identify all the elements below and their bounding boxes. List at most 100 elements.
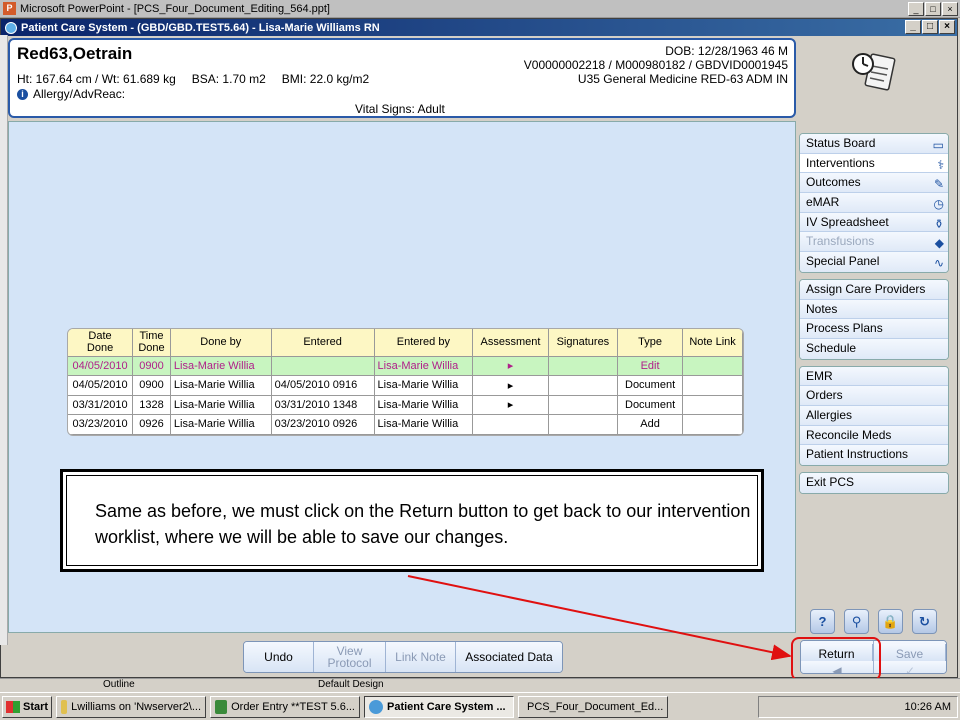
table-cell: 0900 (132, 356, 171, 376)
pcs-logo-icon (5, 21, 17, 34)
view-protocol-button[interactable]: View Protocol (314, 642, 386, 672)
clock[interactable]: 10:26 AM (905, 701, 951, 713)
sidebar-item-label: Special Panel (806, 254, 880, 269)
sidebar-item-exit-pcs[interactable]: Exit PCS (800, 473, 948, 493)
column-header[interactable]: Entered by (374, 329, 474, 357)
sidebar-item-label: Process Plans (806, 321, 883, 336)
save-label: Save (874, 644, 946, 661)
patient-name: Red63,Oetrain (17, 44, 133, 63)
task-lwilliams[interactable]: Lwilliams on 'Nwserver2\... (56, 695, 206, 718)
blood-icon: ◆ (934, 236, 944, 251)
check-pencil-icon: ✎ (933, 177, 944, 192)
outline-tab[interactable]: Outline (103, 679, 135, 690)
return-highlight-ring (791, 637, 881, 681)
close-button[interactable]: × (942, 2, 958, 16)
table-cell: 0900 (132, 375, 171, 396)
sidebar-item-emr[interactable]: EMR (800, 366, 948, 387)
task-order-entry[interactable]: Order Entry **TEST 5.6... (210, 695, 360, 718)
pcs-title-bar: Patient Care System - (GBD/GBD.TEST5.64)… (1, 19, 957, 36)
allergy-line[interactable]: i Allergy/AdvReac: (17, 87, 125, 101)
maximize-button[interactable]: □ (925, 2, 941, 16)
sidebar-item-outcomes[interactable]: Outcomes ✎ (800, 173, 948, 194)
help-icon[interactable]: ? (810, 609, 835, 634)
table-cell: Document (617, 395, 684, 415)
link-note-button[interactable]: Link Note (386, 642, 456, 672)
allergy-label: Allergy/AdvReac: (33, 87, 126, 101)
bsa: BSA: 1.70 m2 (191, 72, 266, 86)
sidebar-item-label: Assign Care Providers (806, 281, 926, 296)
sidebar-item-label: Notes (806, 301, 838, 316)
associated-data-button[interactable]: Associated Data (456, 642, 562, 672)
sidebar-item-special-panel[interactable]: Special Panel ∿ (800, 252, 948, 272)
table-cell[interactable]: ▸ (472, 395, 549, 415)
table-cell (682, 356, 743, 376)
sidebar-item-process-plans[interactable]: Process Plans (800, 319, 948, 339)
sidebar-item-label: Allergies (806, 407, 853, 422)
sidebar-item-patient-instructions[interactable]: Patient Instructions (800, 445, 948, 465)
table-row[interactable]: 04/05/2010 0900 Lisa-Marie Willia 04/05/201… (68, 375, 743, 396)
table-cell: Lisa-Marie Willia (374, 375, 474, 396)
column-header[interactable]: Done by (170, 329, 272, 357)
sidebar-item-orders[interactable]: Orders (800, 386, 948, 406)
table-row[interactable]: 03/23/2010 0926 Lisa-Marie Willia 03/23/201… (68, 414, 743, 435)
sidebar-item-allergies[interactable]: Allergies (800, 405, 948, 426)
pcs-close-button[interactable]: × (939, 20, 955, 34)
table-cell[interactable] (472, 414, 549, 435)
info-icon[interactable]: i (17, 88, 28, 100)
start-label: Start (23, 700, 49, 713)
undo-button[interactable]: Undo (244, 642, 314, 672)
task-powerpoint[interactable]: PCS_Four_Document_Ed... (518, 695, 668, 718)
clock-med-icon: ◷ (933, 197, 944, 212)
table-cell[interactable]: ▸ (472, 356, 549, 376)
table-cell[interactable]: ▸ (472, 375, 549, 396)
table-cell (271, 356, 375, 376)
powerpoint-title-bar: P Microsoft PowerPoint - [PCS_Four_Docum… (0, 0, 960, 18)
column-header[interactable]: Type (617, 329, 684, 357)
sidebar-item-notes[interactable]: Notes (800, 299, 948, 320)
sidebar-item-assign-care-providers[interactable]: Assign Care Providers (800, 279, 948, 300)
table-cell: 03/31/2010 1348 (271, 395, 375, 415)
height-weight: Ht: 167.64 cm / Wt: 61.689 kg (17, 72, 176, 86)
callout-text: Same as before, we must click on the Ret… (95, 501, 751, 547)
column-header[interactable]: Note Link (682, 329, 743, 357)
sidebar-item-label: Outcomes (806, 175, 861, 190)
slide-ruler (0, 35, 8, 645)
pcs-restore-button[interactable]: □ (922, 20, 938, 34)
sidebar-nav: Status Board ▭ Interventions ⚕ Outcomes ✎ eMAR… (799, 133, 949, 500)
column-header[interactable]: Entered (271, 329, 375, 357)
table-row[interactable]: 03/31/2010 1328 Lisa-Marie Willia 03/31/201… (68, 395, 743, 415)
column-header[interactable]: Date Done (68, 329, 134, 357)
pcs-minimize-button[interactable]: _ (905, 20, 921, 34)
start-button[interactable]: Start (2, 695, 52, 718)
sidebar-item-transfusions[interactable]: Transfusions ◆ (800, 232, 948, 253)
table-cell: Lisa-Marie Willia (170, 395, 272, 415)
table-cell (548, 356, 619, 376)
search-icon[interactable]: ⚲ (844, 609, 869, 634)
dob: DOB: 12/28/1963 46 M (665, 44, 788, 58)
minimize-button[interactable]: _ (908, 2, 924, 16)
column-header[interactable]: Signatures (548, 329, 619, 357)
table-cell: 03/23/2010 0926 (271, 414, 375, 435)
table-cell: 03/31/2010 (68, 395, 134, 415)
refresh-icon[interactable]: ↻ (912, 609, 937, 634)
nav-group-care: Assign Care Providers Notes Process Plans S… (799, 278, 949, 360)
column-header[interactable]: Assessment (472, 329, 549, 357)
system-tray: 10:26 AM (758, 696, 958, 718)
sidebar-item-iv-spreadsheet[interactable]: IV Spreadsheet ⚱ (800, 212, 948, 233)
pcs-title: Patient Care System - (GBD/GBD.TEST5.64)… (21, 21, 380, 34)
task-patient-care-system[interactable]: Patient Care System ... (364, 695, 514, 718)
table-cell: 0926 (132, 414, 171, 435)
sidebar-item-interventions[interactable]: Interventions ⚕ (800, 153, 948, 174)
save-button[interactable]: Save ✓ (874, 641, 946, 673)
sidebar-item-emar[interactable]: eMAR ◷ (800, 193, 948, 213)
patient-demographics: DOB: 12/28/1963 46 M V00000002218 / M000… (524, 44, 788, 86)
table-row[interactable]: 04/05/2010 0900 Lisa-Marie Willia Lisa-Mari… (68, 356, 743, 376)
column-header[interactable]: Time Done (132, 329, 171, 357)
sidebar-item-schedule[interactable]: Schedule (800, 338, 948, 359)
lock-icon[interactable]: 🔒 (878, 609, 903, 634)
table-cell (548, 414, 619, 435)
sidebar-item-status-board[interactable]: Status Board ▭ (800, 134, 948, 154)
documentation-history-table: Date Done Time Done Done by Entered Entered … (67, 328, 744, 436)
sidebar-item-reconcile-meds[interactable]: Reconcile Meds (800, 425, 948, 446)
table-cell: Document (617, 375, 684, 396)
